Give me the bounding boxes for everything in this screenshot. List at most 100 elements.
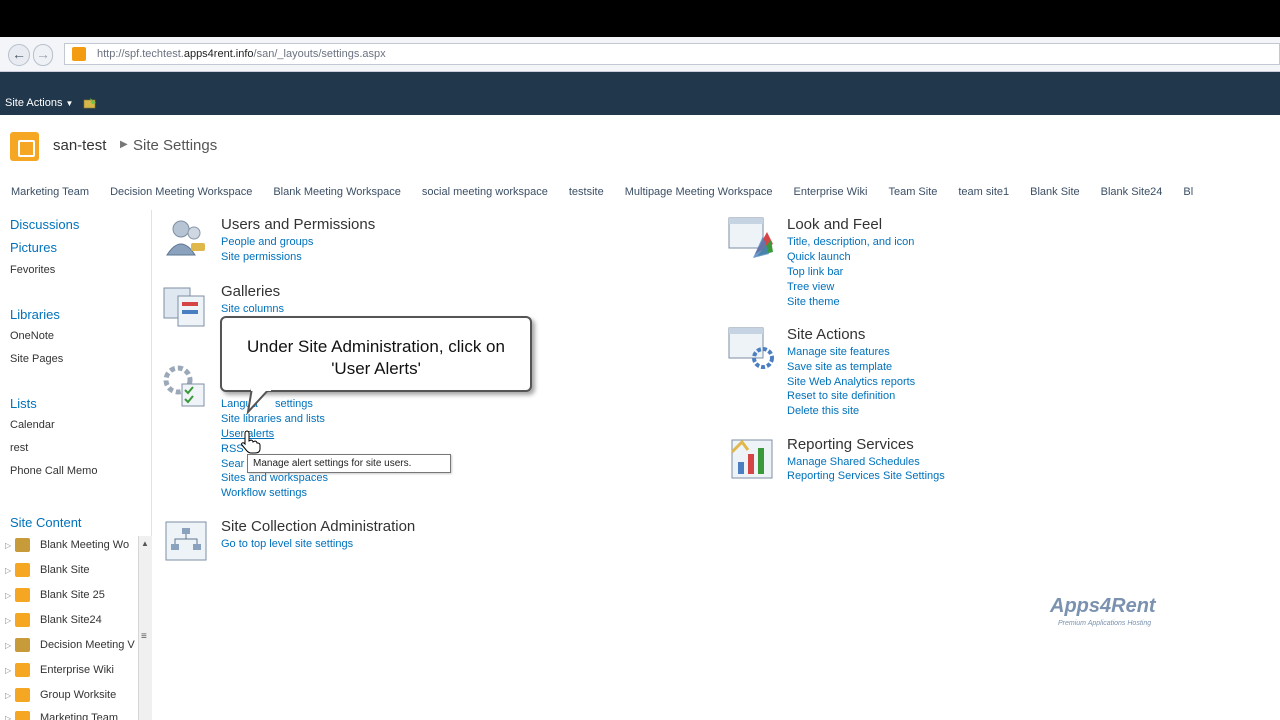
user-alerts-tooltip: Manage alert settings for site users. bbox=[247, 454, 451, 473]
quick-launch: Discussions Pictures Fevorites Libraries… bbox=[0, 210, 152, 720]
tree-item[interactable]: ▷ Blank Site bbox=[0, 561, 140, 586]
tree-scrollbar[interactable]: ▲ ≡ bbox=[138, 536, 152, 720]
site-logo-icon[interactable] bbox=[10, 132, 39, 161]
tutorial-callout: Under Site Administration, click on 'User… bbox=[220, 316, 532, 392]
site-collection-icon bbox=[165, 521, 207, 561]
link-reporting-site-settings[interactable]: Reporting Services Site Settings bbox=[787, 470, 945, 482]
forward-button[interactable]: → bbox=[33, 44, 53, 66]
topnav-item[interactable]: team site1 bbox=[958, 178, 1009, 206]
url-field[interactable]: http://spf.techtest.apps4rent.info/san/_… bbox=[64, 43, 1280, 65]
link-tree-view[interactable]: Tree view bbox=[787, 281, 834, 293]
section-title-users: Users and Permissions bbox=[221, 216, 376, 233]
tree-item[interactable]: ▷ Group Worksite bbox=[0, 686, 140, 711]
expand-icon[interactable]: ▷ bbox=[5, 541, 11, 550]
link-title-description-icon[interactable]: Title, description, and icon bbox=[787, 236, 914, 248]
link-save-site-template[interactable]: Save site as template bbox=[787, 361, 892, 373]
link-manage-site-features[interactable]: Manage site features bbox=[787, 346, 890, 358]
link-reset-site-definition[interactable]: Reset to site definition bbox=[787, 390, 895, 402]
site-icon bbox=[15, 711, 30, 720]
nav-onenote[interactable]: OneNote bbox=[10, 330, 54, 342]
tree-item[interactable]: ▷ Decision Meeting V bbox=[0, 636, 140, 661]
nav-calendar[interactable]: Calendar bbox=[10, 419, 55, 431]
workspace-icon bbox=[15, 538, 30, 552]
link-top-level-settings[interactable]: Go to top level site settings bbox=[221, 538, 353, 550]
site-favicon-icon bbox=[72, 47, 86, 61]
workspace-icon bbox=[15, 638, 30, 652]
link-web-analytics[interactable]: Site Web Analytics reports bbox=[787, 376, 915, 388]
site-icon bbox=[15, 613, 30, 627]
breadcrumb-separator-icon: ▶ bbox=[120, 139, 128, 150]
link-site-theme[interactable]: Site theme bbox=[787, 296, 840, 308]
tree-item[interactable]: ▷ Blank Site24 bbox=[0, 611, 140, 636]
expand-icon[interactable]: ▷ bbox=[5, 566, 11, 575]
back-button[interactable]: ← bbox=[8, 44, 30, 66]
link-sites-workspaces[interactable]: Sites and workspaces bbox=[221, 472, 328, 484]
galleries-icon bbox=[163, 287, 205, 327]
topnav-item[interactable]: testsite bbox=[569, 178, 604, 206]
nav-pictures[interactable]: Pictures bbox=[10, 240, 57, 255]
link-people-groups[interactable]: People and groups bbox=[221, 236, 313, 248]
nav-discussions[interactable]: Discussions bbox=[10, 217, 79, 232]
site-icon bbox=[15, 563, 30, 577]
hand-cursor-icon bbox=[241, 430, 261, 454]
nav-phone-call-memo[interactable]: Phone Call Memo bbox=[10, 465, 97, 477]
browser-address-bar: ← → http://spf.techtest.apps4rent.info/s… bbox=[0, 37, 1280, 72]
expand-icon[interactable]: ▷ bbox=[5, 616, 11, 625]
tree-item[interactable]: ▷ Blank Meeting Wo bbox=[0, 536, 140, 561]
expand-icon[interactable]: ▷ bbox=[5, 666, 11, 675]
users-permissions-icon bbox=[166, 220, 205, 256]
link-workflow-settings[interactable]: Workflow settings bbox=[221, 487, 307, 499]
topnav-item[interactable]: Team Site bbox=[888, 178, 937, 206]
scroll-thumb[interactable]: ≡ bbox=[141, 631, 147, 642]
link-site-libraries-lists[interactable]: Site libraries and lists bbox=[221, 413, 325, 425]
expand-icon[interactable]: ▷ bbox=[5, 641, 11, 650]
scroll-up-icon[interactable]: ▲ bbox=[141, 539, 149, 548]
section-title-look-feel: Look and Feel bbox=[787, 216, 883, 233]
link-search[interactable]: Sear bbox=[221, 458, 244, 470]
nav-site-content[interactable]: Site Content bbox=[10, 515, 82, 530]
nav-site-pages[interactable]: Site Pages bbox=[10, 353, 63, 365]
expand-icon[interactable]: ▷ bbox=[5, 691, 11, 700]
topnav-item[interactable]: Blank Site24 bbox=[1101, 178, 1163, 206]
site-icon bbox=[15, 688, 30, 702]
nav-lists[interactable]: Lists bbox=[10, 396, 37, 411]
site-actions-icon bbox=[728, 327, 774, 369]
nav-libraries[interactable]: Libraries bbox=[10, 307, 60, 322]
site-actions-menu[interactable]: Site Actions ▼ bbox=[5, 97, 73, 109]
url-text: http://spf.techtest.apps4rent.info/san/_… bbox=[97, 48, 386, 60]
top-link-bar: Marketing Team Decision Meeting Workspace… bbox=[0, 178, 1280, 206]
topnav-item[interactable]: Marketing Team bbox=[11, 178, 89, 206]
apps4rent-logo: Apps4Rent Premium Applications Hosting bbox=[1050, 595, 1156, 627]
link-manage-shared-schedules[interactable]: Manage Shared Schedules bbox=[787, 456, 920, 468]
tree-item[interactable]: ▷ Marketing Team bbox=[0, 709, 140, 720]
video-letterbox-top bbox=[0, 0, 1280, 37]
page-title: Site Settings bbox=[133, 137, 218, 154]
tree-item[interactable]: ▷ Blank Site 25 bbox=[0, 586, 140, 611]
topnav-item[interactable]: Enterprise Wiki bbox=[793, 178, 867, 206]
link-delete-site[interactable]: Delete this site bbox=[787, 405, 859, 417]
callout-text: Under Site Administration, click on 'User… bbox=[247, 337, 505, 378]
page-header: san-test ▶ Site Settings bbox=[0, 116, 1280, 176]
expand-icon[interactable]: ▷ bbox=[5, 591, 11, 600]
nav-favorites[interactable]: Fevorites bbox=[10, 264, 55, 276]
chevron-down-icon: ▼ bbox=[65, 99, 74, 108]
topnav-item[interactable]: social meeting workspace bbox=[422, 178, 548, 206]
expand-icon[interactable]: ▷ bbox=[5, 714, 11, 720]
breadcrumb-site[interactable]: san-test bbox=[53, 137, 106, 154]
edit-page-icon[interactable] bbox=[83, 97, 97, 109]
tree-item[interactable]: ▷ Enterprise Wiki bbox=[0, 661, 140, 686]
link-quick-launch[interactable]: Quick launch bbox=[787, 251, 851, 263]
site-icon bbox=[15, 663, 30, 677]
link-site-columns[interactable]: Site columns bbox=[221, 303, 284, 315]
nav-rest[interactable]: rest bbox=[10, 442, 28, 454]
topnav-item[interactable]: Bl bbox=[1183, 178, 1193, 206]
link-site-permissions[interactable]: Site permissions bbox=[221, 251, 302, 263]
sharepoint-ribbon: Site Actions ▼ bbox=[0, 72, 1280, 115]
topnav-item[interactable]: Blank Meeting Workspace bbox=[273, 178, 401, 206]
topnav-item[interactable]: Blank Site bbox=[1030, 178, 1080, 206]
section-title-galleries: Galleries bbox=[221, 283, 281, 300]
link-top-link-bar[interactable]: Top link bar bbox=[787, 266, 843, 278]
topnav-item[interactable]: Multipage Meeting Workspace bbox=[625, 178, 773, 206]
topnav-item[interactable]: Decision Meeting Workspace bbox=[110, 178, 252, 206]
look-and-feel-icon bbox=[728, 217, 773, 258]
